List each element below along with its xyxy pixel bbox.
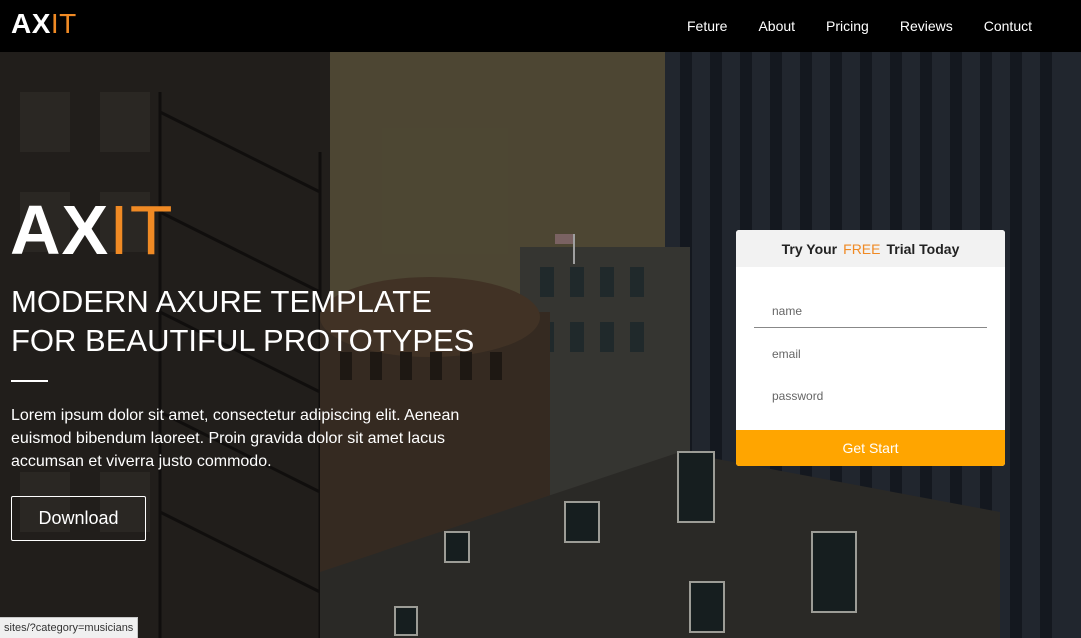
name-field[interactable] <box>754 294 987 328</box>
form-title-free: FREE <box>843 240 881 257</box>
headline-divider <box>11 380 48 382</box>
form-title-pre: Try Your <box>781 240 838 257</box>
browser-status-bar: sites/?category=musicians <box>0 617 139 638</box>
logo-part-white: AX <box>11 8 51 39</box>
email-field[interactable] <box>754 337 987 371</box>
hero-logo: AXIT <box>10 194 173 266</box>
top-navbar: AXIT Feture About Pricing Reviews Contuc… <box>0 0 1081 52</box>
nav-pricing[interactable]: Pricing <box>826 18 869 34</box>
main-nav: Feture About Pricing Reviews Contuct <box>687 0 1081 52</box>
hero-logo-white: AX <box>10 191 110 269</box>
form-title: Try Your FREE Trial Today <box>736 230 1005 267</box>
get-start-button[interactable]: Get Start <box>736 430 1005 466</box>
nav-about[interactable]: About <box>758 18 795 34</box>
form-title-post: Trial Today <box>886 240 960 257</box>
headline-line-1: MODERN AXURE TEMPLATE <box>11 284 432 319</box>
hero-logo-orange: IT <box>109 191 174 269</box>
hero-lead-text: Lorem ipsum dolor sit amet, consectetur … <box>11 407 460 470</box>
trial-signup-form: Try Your FREE Trial Today Get Start <box>736 230 1005 466</box>
password-field[interactable] <box>754 379 987 413</box>
download-button[interactable]: Download <box>11 496 146 541</box>
logo-part-orange: IT <box>50 8 77 39</box>
hero-headline: MODERN AXURE TEMPLATE FOR BEAUTIFUL PROT… <box>11 282 531 360</box>
nav-feature[interactable]: Feture <box>687 18 727 34</box>
header-logo[interactable]: AXIT <box>11 8 77 40</box>
headline-line-2: FOR BEAUTIFUL PROTOTYPES <box>11 323 475 358</box>
nav-reviews[interactable]: Reviews <box>900 18 953 34</box>
nav-contact[interactable]: Contuct <box>984 18 1032 34</box>
